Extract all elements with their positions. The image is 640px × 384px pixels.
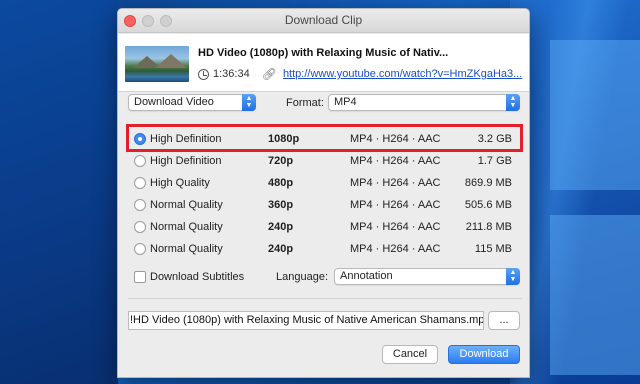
quality-size: 1.7 GB bbox=[477, 155, 512, 167]
browse-button[interactable]: ... bbox=[488, 311, 520, 330]
selected-quality-highlight bbox=[126, 124, 523, 152]
quality-option-row[interactable]: Normal Quality 240p MP4 · H264 · AAC 115… bbox=[132, 239, 524, 259]
output-filename-field[interactable]: !HD Video (1080p) with Relaxing Music of… bbox=[128, 311, 484, 330]
quality-radio[interactable] bbox=[134, 199, 146, 211]
quality-format: MP4 · H264 · AAC bbox=[350, 177, 441, 189]
desktop-background-left bbox=[0, 0, 118, 384]
select-arrows-icon: ▲ ▼ bbox=[506, 94, 520, 111]
quality-format: MP4 · H264 · AAC bbox=[350, 199, 441, 211]
download-subtitles-checkbox[interactable] bbox=[134, 271, 146, 283]
clip-duration: 1:36:34 bbox=[213, 68, 250, 80]
quality-format: MP4 · H264 · AAC bbox=[350, 243, 441, 255]
action-select[interactable]: Download Video ▲ ▼ bbox=[128, 94, 256, 111]
format-label: Format: bbox=[286, 97, 324, 109]
format-select[interactable]: MP4 ▲ ▼ bbox=[328, 94, 520, 111]
quality-size: 115 MB bbox=[474, 243, 512, 255]
desktop-window-pane-bottom bbox=[550, 215, 640, 375]
quality-option-row[interactable]: Normal Quality 240p MP4 · H264 · AAC 211… bbox=[132, 217, 524, 237]
quality-size: 505.6 MB bbox=[464, 199, 512, 211]
quality-resolution: 360p bbox=[268, 199, 294, 211]
language-select[interactable]: Annotation ▲ ▼ bbox=[334, 268, 520, 285]
quality-size: 869.9 MB bbox=[464, 177, 512, 189]
select-arrows-icon: ▲ ▼ bbox=[242, 94, 256, 111]
quality-resolution: 240p bbox=[268, 243, 294, 255]
window-title: Download Clip bbox=[284, 13, 363, 27]
download-subtitles-label: Download Subtitles bbox=[150, 271, 245, 283]
format-select-value: MP4 bbox=[334, 96, 357, 108]
quality-format: MP4 · H264 · AAC bbox=[350, 221, 441, 233]
quality-label: High Definition bbox=[150, 155, 222, 167]
video-thumbnail bbox=[125, 46, 189, 82]
quality-resolution: 720p bbox=[268, 155, 294, 167]
thumbnail-mountain-shape bbox=[155, 54, 187, 68]
quality-label: High Quality bbox=[150, 177, 210, 189]
quality-radio[interactable] bbox=[134, 243, 146, 255]
quality-resolution: 480p bbox=[268, 177, 294, 189]
download-clip-window: Download Clip HD Video (1080p) with Rela… bbox=[117, 8, 530, 378]
clip-info-header: HD Video (1080p) with Relaxing Music of … bbox=[118, 34, 529, 92]
clip-url-link[interactable]: http://www.youtube.com/watch?v=HmZKgaHa3… bbox=[283, 68, 522, 80]
minimize-window-button[interactable] bbox=[142, 15, 154, 27]
title-bar: Download Clip bbox=[118, 9, 529, 33]
quality-radio[interactable] bbox=[134, 177, 146, 189]
clip-title: HD Video (1080p) with Relaxing Music of … bbox=[198, 47, 449, 59]
quality-label: Normal Quality bbox=[150, 243, 223, 255]
download-button[interactable]: Download bbox=[448, 345, 520, 364]
quality-label: Normal Quality bbox=[150, 199, 223, 211]
quality-option-row[interactable]: High Quality 480p MP4 · H264 · AAC 869.9… bbox=[132, 173, 524, 193]
zoom-window-button[interactable] bbox=[160, 15, 172, 27]
quality-option-row[interactable]: High Definition 720p MP4 · H264 · AAC 1.… bbox=[132, 151, 524, 171]
select-arrows-icon: ▲ ▼ bbox=[506, 268, 520, 285]
clip-meta: 1:36:34 🔗︎ http://www.youtube.com/watch?… bbox=[198, 67, 522, 81]
quality-resolution: 240p bbox=[268, 221, 294, 233]
clock-icon bbox=[198, 68, 209, 80]
action-select-value: Download Video bbox=[134, 96, 214, 108]
close-window-button[interactable] bbox=[124, 15, 136, 27]
quality-option-row[interactable]: Normal Quality 360p MP4 · H264 · AAC 505… bbox=[132, 195, 524, 215]
cancel-button[interactable]: Cancel bbox=[382, 345, 438, 364]
quality-format: MP4 · H264 · AAC bbox=[350, 155, 441, 167]
quality-label: Normal Quality bbox=[150, 221, 223, 233]
quality-radio[interactable] bbox=[134, 221, 146, 233]
language-label: Language: bbox=[276, 271, 328, 283]
language-select-value: Annotation bbox=[340, 270, 393, 282]
section-divider bbox=[128, 298, 522, 299]
quality-radio[interactable] bbox=[134, 155, 146, 167]
quality-size: 211.8 MB bbox=[465, 221, 512, 233]
link-icon: 🔗︎ bbox=[261, 67, 277, 81]
desktop-window-pane-top bbox=[550, 40, 640, 190]
window-controls bbox=[124, 15, 172, 27]
